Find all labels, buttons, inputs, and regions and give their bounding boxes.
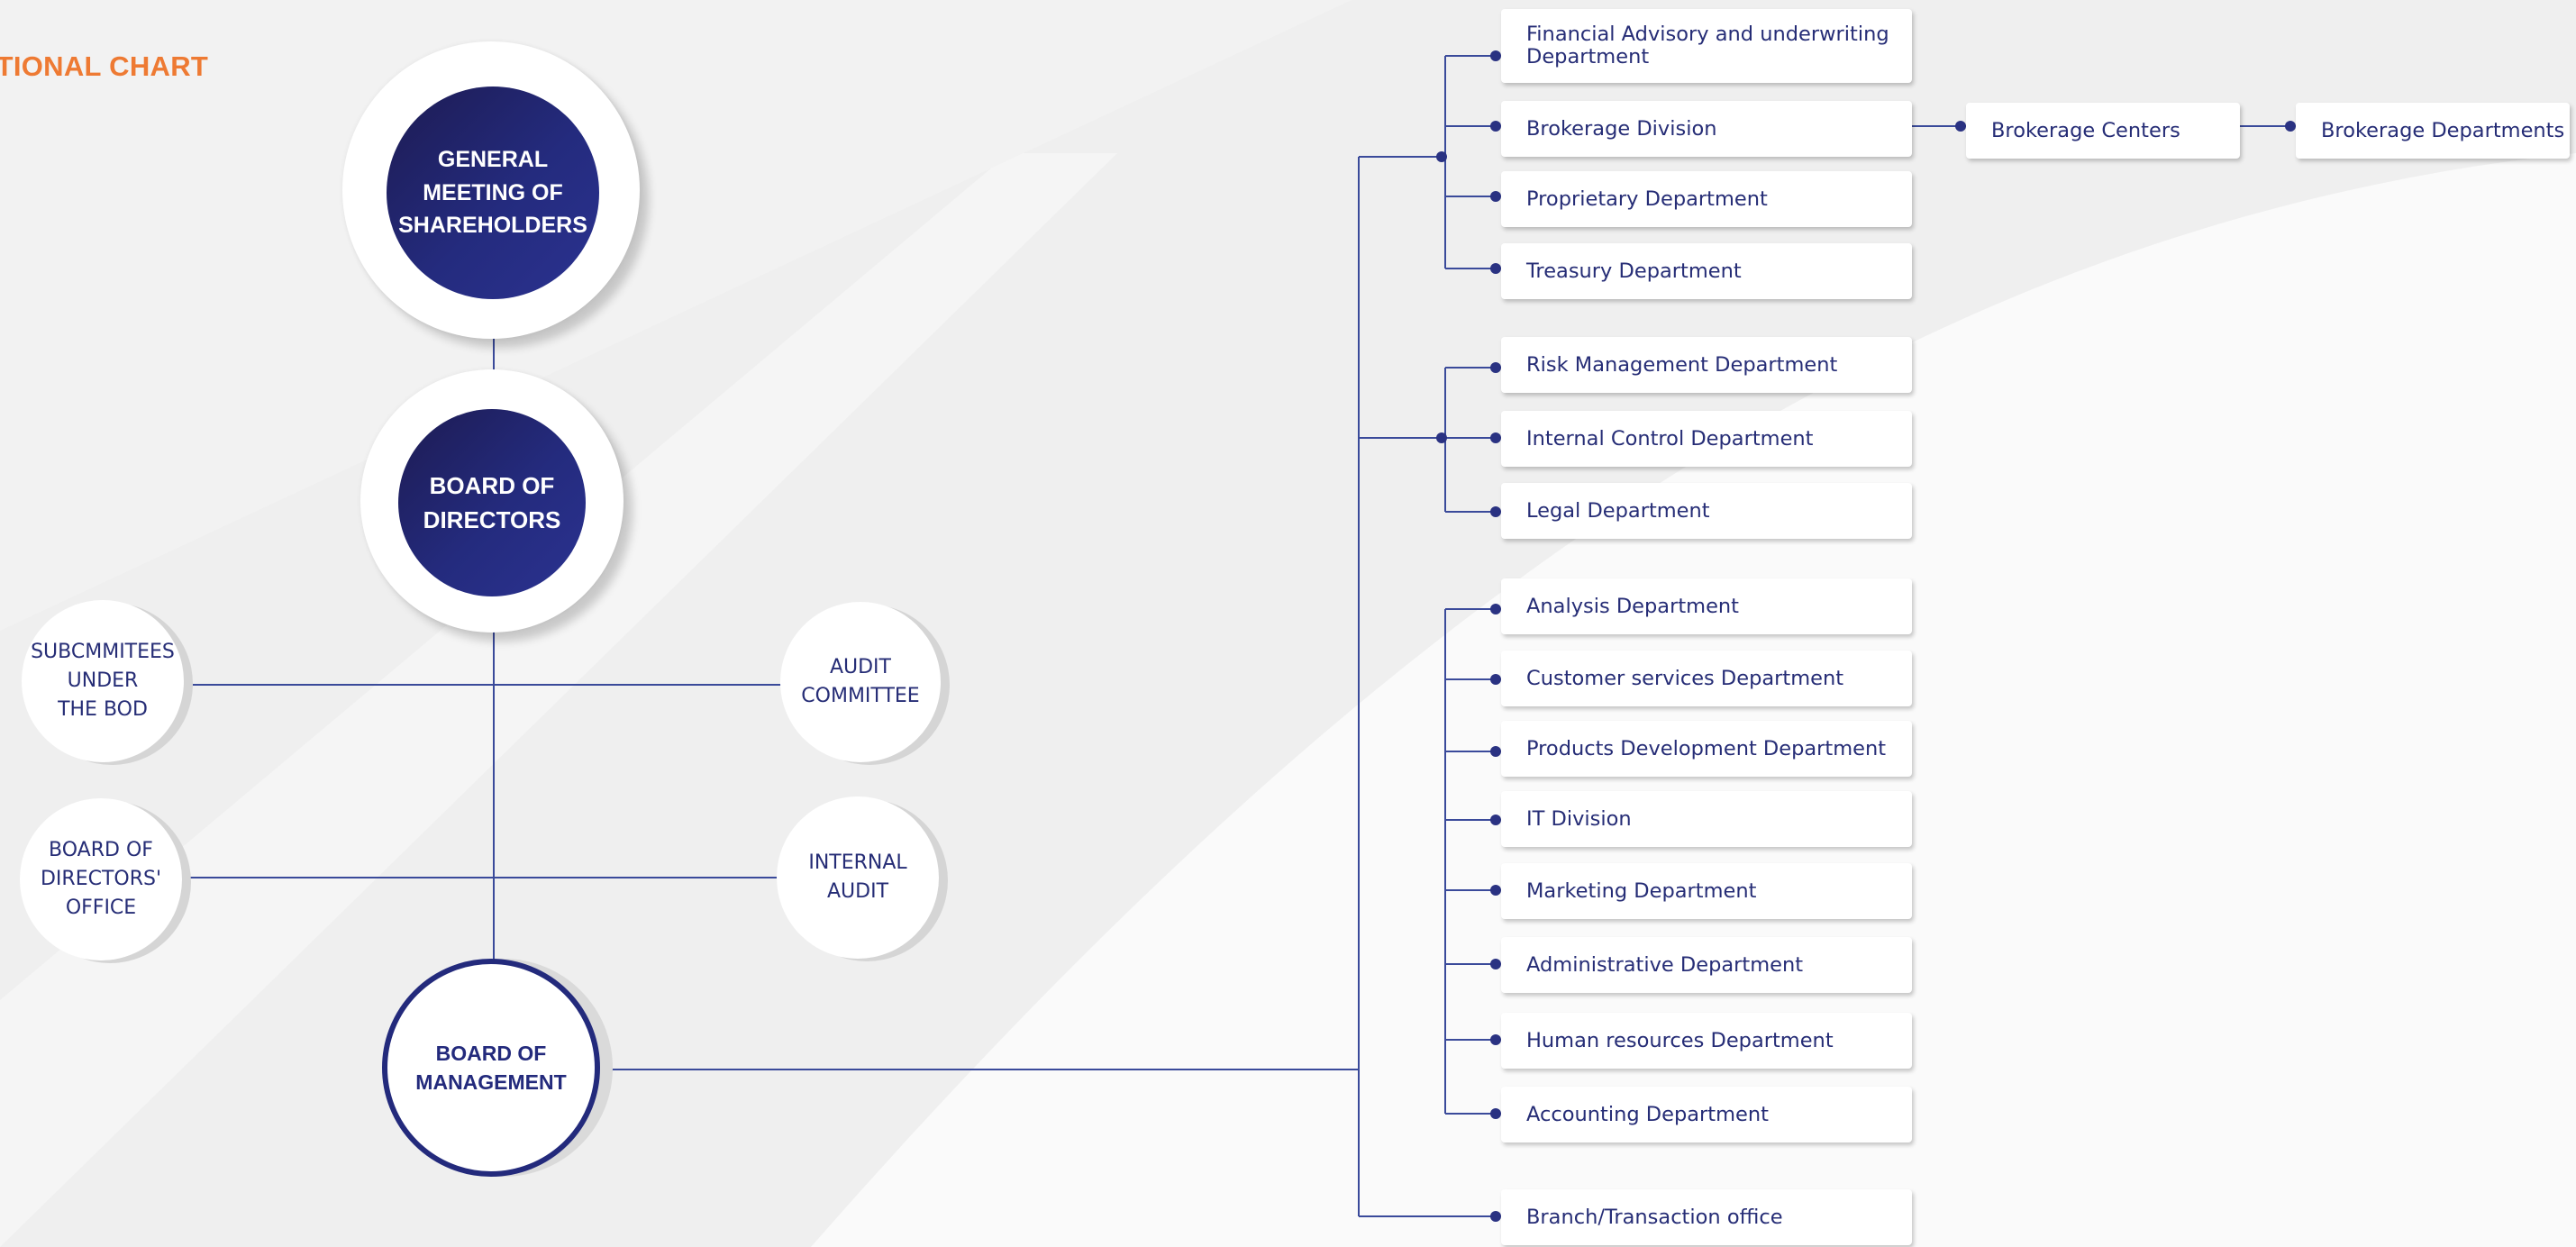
dept-box-administrative: Administrative Department [1501,937,1912,993]
dept-box-customer-services: Customer services Department [1501,651,1912,706]
dept-box-marketing: Marketing Department [1501,863,1912,919]
dept-box-treasury: Treasury Department [1501,243,1912,299]
dept-box-risk-management: Risk Management Department [1501,337,1912,393]
dept-box-financial-advisory: Financial Advisory and underwriting Depa… [1501,9,1912,83]
subcommittees-node: SUBCMMITEES UNDER THE BOD [22,600,184,762]
dept-box-branch-office: Branch/Transaction office [1501,1189,1912,1245]
bod-node: BOARD OF DIRECTORS [398,409,586,596]
dept-box-it-division: IT Division [1501,791,1912,847]
audit-committee-node: AUDIT COMMITTEE [780,602,941,762]
bom-node: BOARD OF MANAGEMENT [382,959,600,1177]
dept-box-products-development: Products Development Department [1501,721,1912,777]
dept-box-legal: Legal Department [1501,483,1912,539]
bod-office-node: BOARD OF DIRECTORS' OFFICE [20,798,182,960]
internal-audit-node: INTERNAL AUDIT [777,796,939,959]
dept-box-analysis: Analysis Department [1501,578,1912,634]
dept-box-human-resources: Human resources Department [1501,1013,1912,1069]
brokerage-centers-box: Brokerage Centers [1966,103,2240,159]
dept-box-brokerage-division: Brokerage Division [1501,101,1912,157]
dept-box-proprietary: Proprietary Department [1501,171,1912,227]
gms-node: GENERAL MEETING OF SHAREHOLDERS [387,86,599,299]
brokerage-departments-box: Brokerage Departments [2296,103,2570,159]
dept-box-accounting: Accounting Department [1501,1087,1912,1142]
dept-box-internal-control: Internal Control Department [1501,411,1912,467]
